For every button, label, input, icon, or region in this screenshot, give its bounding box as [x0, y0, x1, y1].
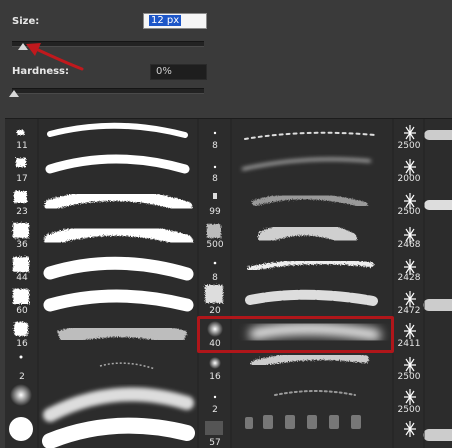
brush-preset[interactable]: 2411 — [393, 317, 425, 351]
brush-preset[interactable]: 23 — [5, 185, 39, 219]
brush-preset[interactable]: 2500 — [393, 185, 425, 219]
brush-size: 2 — [212, 405, 218, 415]
brush-size: 16 — [16, 339, 28, 349]
brush-preset[interactable]: 11 — [5, 119, 39, 153]
brush-size: 44 — [16, 273, 28, 283]
hardness-slider-track[interactable] — [12, 88, 204, 94]
brush-size: 2500 — [397, 207, 421, 217]
brush-preset[interactable]: 44 — [5, 251, 39, 285]
brush-preset[interactable]: 2000 — [393, 152, 425, 186]
brush-preset[interactable]: 8 — [198, 119, 232, 153]
brush-preset[interactable]: 8 — [198, 152, 232, 186]
brush-preset[interactable]: 2472 — [393, 284, 425, 318]
brush-size: 2500 — [397, 372, 421, 382]
brush-preset[interactable]: 8 — [198, 251, 232, 285]
brush-preset[interactable]: 57 — [198, 416, 232, 448]
brush-size: 2472 — [397, 306, 421, 316]
brush-preset[interactable]: 2500 — [393, 119, 425, 153]
brush-size: 17 — [16, 174, 28, 184]
brush-preset[interactable]: 99 — [198, 185, 232, 219]
brush-preset[interactable]: 500 — [198, 218, 232, 252]
brush-preset[interactable]: 17 — [5, 152, 39, 186]
brush-size: 2 — [19, 372, 25, 382]
stroke-1-2 — [45, 154, 190, 174]
brush-controls-panel: Size: 12 px Hardness: 0% — [0, 0, 452, 112]
brush-preset[interactable]: 2428 — [393, 251, 425, 285]
brush-size: 500 — [206, 240, 224, 250]
brush-size: 2468 — [397, 240, 421, 250]
brush-size: 11 — [16, 141, 28, 151]
brush-size: 99 — [209, 207, 221, 217]
brush-preset[interactable]: 2500 — [393, 350, 425, 384]
brush-size: 2500 — [397, 141, 421, 151]
brush-preset-selected[interactable]: 40 — [198, 317, 232, 351]
brush-preset[interactable]: 16 — [198, 350, 232, 384]
brush-size: 2500 — [397, 405, 421, 415]
brush-size: 20 — [209, 306, 221, 316]
size-value: 12 px — [149, 15, 182, 26]
hardness-field[interactable]: 0% — [150, 64, 207, 80]
brush-size: 2411 — [397, 339, 421, 349]
brush-size: 2000 — [397, 174, 421, 184]
brush-size: 16 — [209, 372, 221, 382]
brush-size: 8 — [212, 174, 218, 184]
brush-size: 2428 — [397, 273, 421, 283]
brush-preset[interactable]: 16 — [5, 317, 39, 351]
stroke-1-1 — [47, 122, 188, 138]
size-label: Size: — [12, 16, 40, 27]
brush-preset[interactable]: 20 — [198, 284, 232, 318]
brush-preset-grid[interactable]: 11 17 23 36 44 60 16 2 8 8 99 500 8 20 4… — [5, 118, 452, 448]
brush-preset[interactable]: 60 — [5, 284, 39, 318]
hardness-slider-thumb[interactable] — [9, 90, 19, 97]
size-field[interactable]: 12 px — [143, 13, 207, 29]
brush-size: 8 — [212, 141, 218, 151]
brush-size: 40 — [209, 339, 221, 349]
brush-size: 60 — [16, 306, 28, 316]
brush-size: 36 — [16, 240, 28, 250]
brush-preset[interactable]: 36 — [5, 218, 39, 252]
brush-size: 23 — [16, 207, 28, 217]
brush-preset[interactable]: 2 — [5, 350, 39, 384]
brush-preset[interactable]: 2500 — [393, 383, 425, 417]
hardness-label: Hardness: — [12, 66, 70, 77]
brush-preset[interactable]: 2 — [198, 383, 232, 417]
brush-size: 8 — [212, 273, 218, 283]
brush-preset[interactable]: 2468 — [393, 218, 425, 252]
